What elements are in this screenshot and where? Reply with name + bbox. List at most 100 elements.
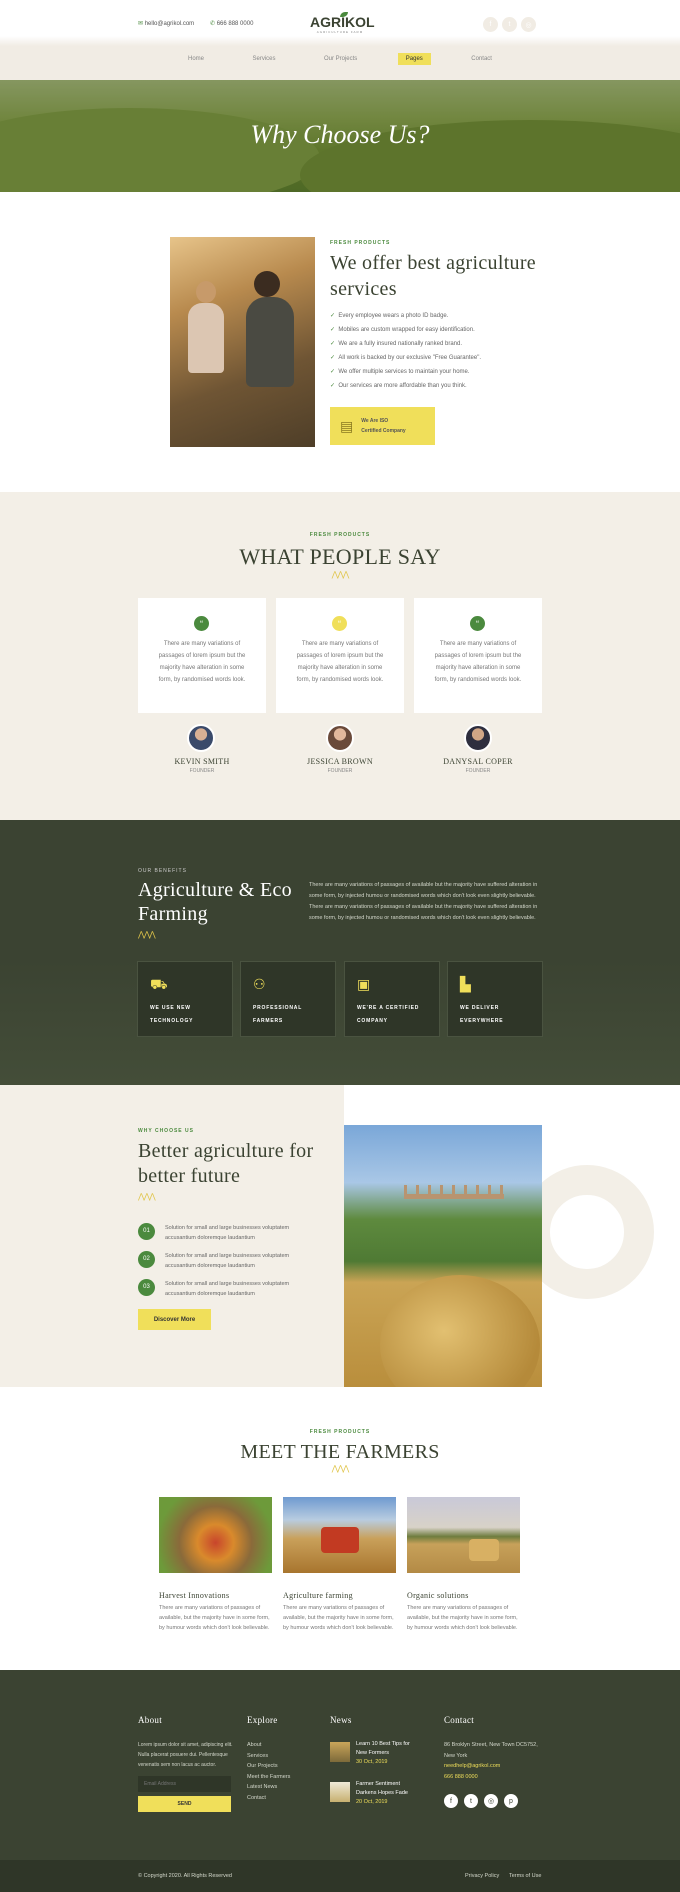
- child-body: [188, 303, 224, 373]
- phone-link[interactable]: ✆ 666 888 0000: [210, 20, 253, 27]
- offer-list: ✓ Every employee wears a photo ID badge.…: [330, 312, 530, 396]
- twitter-icon[interactable]: t: [502, 17, 517, 32]
- footer-link[interactable]: About: [247, 1740, 290, 1751]
- card-image: [407, 1497, 520, 1573]
- contact-email[interactable]: needhelp@agrikol.com: [444, 1761, 538, 1772]
- section-title: WHAT PEOPLE SAY: [239, 544, 441, 569]
- wheat-icon: ⋀⋀⋀: [138, 1192, 156, 1201]
- offer-title: We offer best agriculture services: [330, 252, 536, 300]
- hay-field-photo: [344, 1125, 542, 1387]
- check-icon: ✓: [330, 355, 336, 361]
- offer-photo: [170, 237, 315, 447]
- instagram-icon[interactable]: ◎: [484, 1794, 498, 1808]
- avatar: [464, 724, 492, 752]
- farmers-section: FRESH PRODUCTS MEET THE FARMERS ⋀⋀⋀ Harv…: [0, 1387, 680, 1670]
- author-role: FOUNDER: [465, 768, 491, 774]
- instagram-icon[interactable]: ◎: [521, 17, 536, 32]
- card-image: [159, 1497, 272, 1573]
- iso-badge: ▤ We Are ISO Certified Company: [330, 407, 435, 445]
- step-number: 03: [138, 1279, 155, 1296]
- check-icon: ✓: [330, 313, 336, 319]
- card-image: [283, 1497, 396, 1573]
- section-title: Agriculture & Eco Farming: [138, 879, 292, 925]
- certificate-icon: ▤: [340, 417, 354, 434]
- child-figure: [196, 281, 216, 303]
- footer-link[interactable]: Our Projects: [247, 1761, 290, 1772]
- facebook-icon[interactable]: f: [483, 17, 498, 32]
- twitter-icon[interactable]: t: [464, 1794, 478, 1808]
- author-name: DANYSAL COPER: [443, 757, 513, 766]
- benefit-card[interactable]: ▣ WE'RE A CERTIFIED COMPANY: [344, 961, 440, 1037]
- top-bar: ✉ hello@agrikol.com ✆ 666 888 0000 AGRIK…: [0, 0, 680, 80]
- nav-projects[interactable]: Our Projects: [316, 54, 365, 64]
- section-tag: FRESH PRODUCTS: [309, 1429, 371, 1435]
- nav-contact[interactable]: Contact: [463, 54, 500, 64]
- footer-bottom: © Copyright 2020. All Rights Reserved Pr…: [0, 1860, 680, 1892]
- footer-link[interactable]: Meet the Farmers: [247, 1772, 290, 1783]
- benefit-card[interactable]: ▙ WE DELIVER EVERYWHERE: [447, 961, 543, 1037]
- farmer-card[interactable]: Organic solutions There are many variati…: [407, 1497, 520, 1637]
- phone-icon: ✆: [210, 21, 216, 27]
- pinterest-icon[interactable]: p: [504, 1794, 518, 1808]
- explore-links: About Services Our Projects Meet the Far…: [247, 1740, 290, 1803]
- benefit-card[interactable]: ⚇ PROFESSIONAL FARMERS: [240, 961, 336, 1037]
- author-role: FOUNDER: [327, 768, 353, 774]
- send-button[interactable]: SEND: [138, 1796, 231, 1812]
- step-item: 02 Solution for small and large business…: [138, 1249, 298, 1273]
- footer-link[interactable]: Contact: [247, 1793, 290, 1804]
- list-item: ✓ We are a fully insured nationally rank…: [330, 341, 463, 347]
- footer-link[interactable]: Services: [247, 1751, 290, 1762]
- discover-more-button[interactable]: Discover More: [138, 1309, 211, 1330]
- benefits-section: OUR BENEFITS Agriculture & Eco Farming ⋀…: [0, 820, 680, 1085]
- section-tag: OUR BENEFITS: [138, 868, 187, 874]
- tractor-icon: ⛟: [150, 976, 168, 992]
- facebook-icon[interactable]: f: [444, 1794, 458, 1808]
- footer-explore-title: Explore: [247, 1715, 278, 1725]
- certificate-icon: ▣: [357, 976, 371, 992]
- privacy-link[interactable]: Privacy Policy: [465, 1873, 499, 1879]
- email-input[interactable]: [138, 1776, 231, 1792]
- offer-section: FRESH PRODUCTS We offer best agriculture…: [0, 192, 680, 492]
- quote-icon: “: [332, 616, 347, 631]
- hay-bale: [469, 1539, 499, 1561]
- email-link[interactable]: ✉ hello@agrikol.com: [138, 20, 194, 27]
- check-icon: ✓: [330, 341, 336, 347]
- copyright: © Copyright 2020. All Rights Reserved: [138, 1873, 232, 1879]
- check-icon: ✓: [330, 369, 336, 375]
- farmer-figure: [254, 271, 280, 297]
- step-number: 02: [138, 1251, 155, 1268]
- section-tag: WHY CHOOSE US: [138, 1128, 194, 1134]
- footer-link[interactable]: Latest News: [247, 1782, 290, 1793]
- contact-phone[interactable]: 666 888 0000: [444, 1772, 538, 1783]
- contact-info: 86 Broklyn Street, New Town DC5752, New …: [444, 1740, 538, 1782]
- list-item: ✓ We offer multiple services to maintain…: [330, 369, 470, 375]
- section-title: Better agriculture for better future: [138, 1140, 314, 1187]
- news-item[interactable]: Farmer Sentiment Darkens Hopes Fade 20 O…: [330, 1780, 430, 1810]
- wheat-icon: ⋀⋀⋀: [331, 1464, 350, 1473]
- testimonials-section: FRESH PRODUCTS WHAT PEOPLE SAY ⋀⋀⋀ “ The…: [0, 492, 680, 820]
- wheat-icon: ⋀⋀⋀: [331, 570, 350, 579]
- nav-services[interactable]: Services: [244, 54, 283, 64]
- social-links: f t ◎: [483, 17, 536, 32]
- news-item[interactable]: Learn 10 Best Tips for New Formers 30 Oc…: [330, 1740, 430, 1770]
- footer-about-text: Lorem ipsum dolor sit amet, adipiscing e…: [138, 1742, 233, 1768]
- terms-link[interactable]: Terms of Use: [509, 1873, 541, 1879]
- benefits-text: There are many variations of passages of…: [309, 882, 538, 921]
- footer-news-title: News: [330, 1715, 352, 1725]
- testimonial-card: “ There are many variations of passages …: [138, 598, 266, 713]
- logo[interactable]: AGRIKOL AGRICULTURE FARM: [310, 12, 375, 34]
- wheat-bg: [0, 960, 680, 1085]
- email-icon: ✉: [138, 21, 144, 27]
- nav-home[interactable]: Home: [180, 54, 212, 64]
- check-icon: ✓: [330, 383, 336, 389]
- farmer-card[interactable]: Agriculture farming There are many varia…: [283, 1497, 396, 1637]
- hero-banner: Why Choose Us?: [0, 80, 680, 192]
- check-icon: ✓: [330, 327, 336, 333]
- list-item: ✓ Our services are more affordable than …: [330, 383, 467, 389]
- benefit-card[interactable]: ⛟ WE USE NEW TECHNOLOGY: [137, 961, 233, 1037]
- footer-social: f t ◎ p: [444, 1794, 518, 1808]
- combine-harvester: [321, 1527, 359, 1553]
- nav-pages[interactable]: Pages: [397, 53, 431, 65]
- farmer-card[interactable]: Harvest Innovations There are many varia…: [159, 1497, 272, 1637]
- list-item: ✓ Every employee wears a photo ID badge.: [330, 313, 449, 319]
